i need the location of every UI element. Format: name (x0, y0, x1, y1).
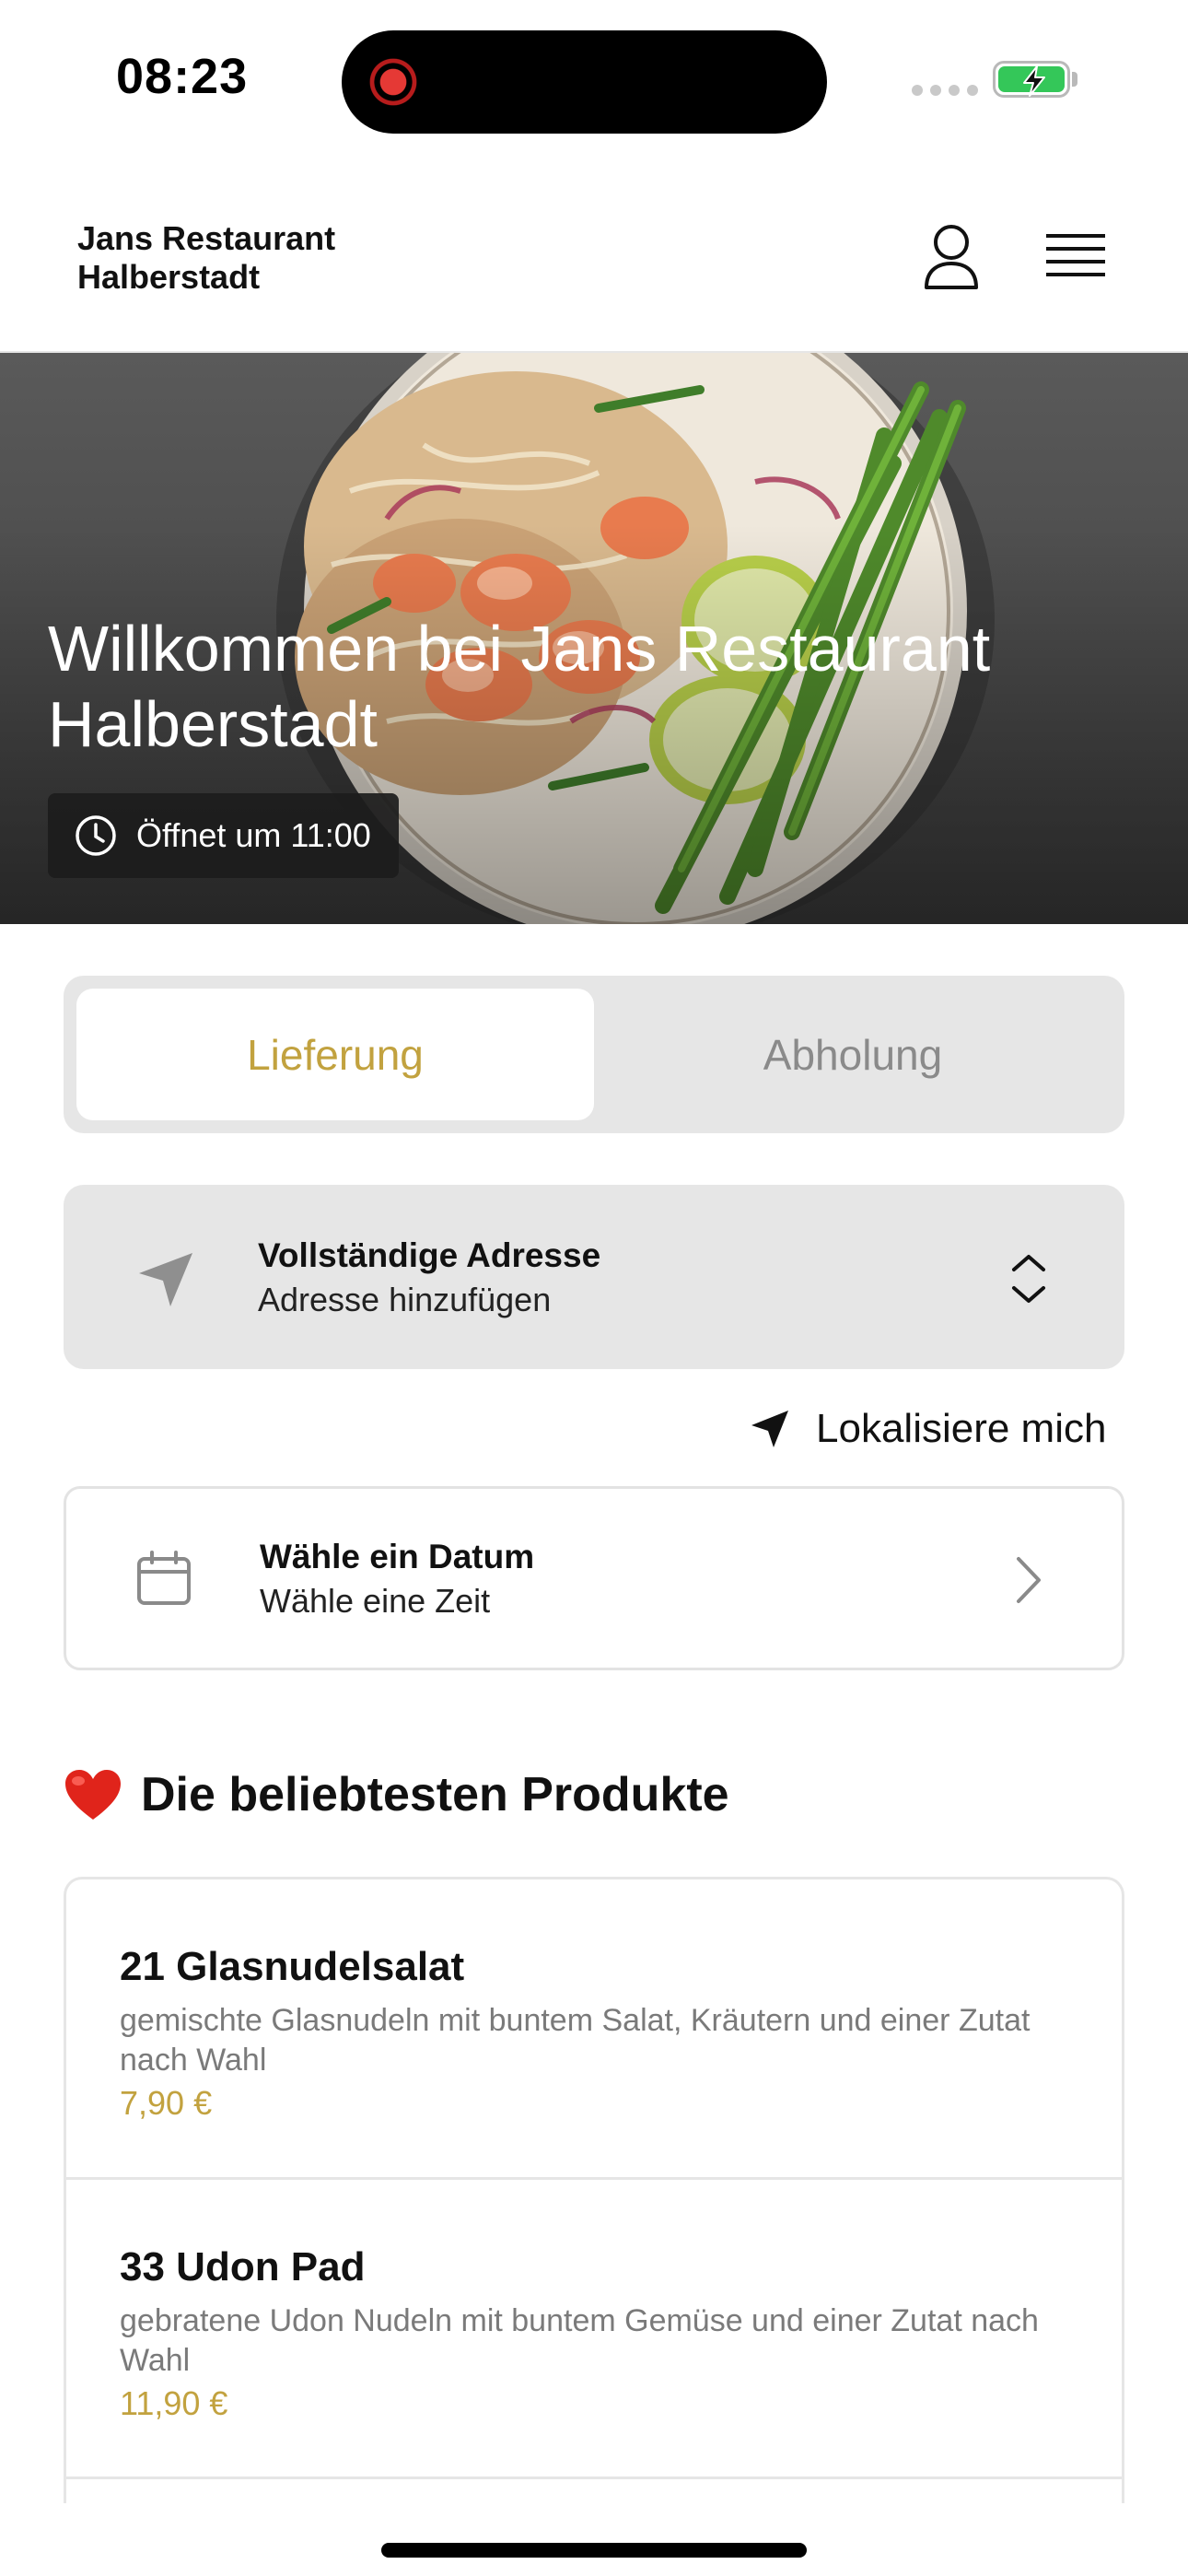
tab-delivery[interactable]: Lieferung (76, 989, 594, 1120)
product-item[interactable] (66, 2476, 1122, 2503)
location-arrow-icon (139, 1253, 192, 1306)
dynamic-island (342, 30, 827, 134)
charging-bolt-icon (1023, 65, 1045, 97)
battery-tip (1072, 72, 1077, 87)
home-indicator[interactable] (381, 2543, 807, 2558)
welcome-title: Willkommen bei Jans Restaurant Halbersta… (48, 613, 991, 760)
address-title: Vollständige Adresse (258, 1236, 601, 1274)
menu-icon (1046, 234, 1105, 276)
opening-hours-text: Öffnet um 11:00 (136, 816, 371, 854)
product-item[interactable]: 21 Glasnudelsalat gemischte Glasnudeln m… (66, 1879, 1122, 2177)
calendar-icon (137, 1551, 191, 1605)
hero-banner: Willkommen bei Jans Restaurant Halbersta… (0, 353, 1188, 924)
address-text: Vollständige Adresse Adresse hinzufügen (258, 1236, 600, 1319)
schedule-title: Wähle ein Datum (260, 1538, 535, 1575)
product-description: gemischte Glasnudeln mit buntem Salat, K… (120, 2003, 1031, 2078)
product-price: 7,90 € (120, 2084, 213, 2122)
popular-products-title: Die beliebtesten Produkte (141, 1768, 729, 1821)
address-selector[interactable]: Vollständige Adresse Adresse hinzufügen (64, 1185, 1124, 1369)
opening-hours-badge: Öffnet um 11:00 (48, 793, 399, 878)
schedule-selector[interactable]: Wähle ein Datum Wähle eine Zeit (64, 1486, 1124, 1670)
product-name: 21 Glasnudelsalat (120, 1944, 465, 1989)
recording-indicator-icon (369, 58, 417, 106)
status-time: 08:23 (116, 49, 249, 104)
clock-icon (76, 815, 116, 856)
product-price: 11,90 € (120, 2384, 228, 2422)
cellular-signal-icon (912, 85, 978, 96)
tab-pickup[interactable]: Abholung (594, 989, 1112, 1120)
popular-products-heading: Die beliebtesten Produkte (64, 1767, 729, 1822)
schedule-subtitle: Wähle eine Zeit (260, 1582, 491, 1620)
navigation-arrow-icon (751, 1411, 788, 1447)
heart-emoji-icon (65, 1770, 121, 1820)
battery-icon (993, 61, 1070, 98)
menu-button[interactable] (1039, 221, 1112, 295)
chevron-up-down-icon (1012, 1255, 1045, 1303)
restaurant-name[interactable]: Jans Restaurant Halberstadt (77, 219, 446, 297)
product-item[interactable]: 33 Udon Pad gebratene Udon Nudeln mit bu… (66, 2177, 1122, 2476)
locate-me-label: Lokalisiere mich (816, 1406, 1107, 1451)
account-button[interactable] (914, 219, 989, 295)
locate-me-button[interactable]: Lokalisiere mich (750, 1400, 1106, 1458)
chevron-right-icon (1017, 1557, 1041, 1603)
product-list: 21 Glasnudelsalat gemischte Glasnudeln m… (64, 1877, 1124, 2503)
address-subtitle: Adresse hinzufügen (258, 1281, 552, 1318)
product-name: 33 Udon Pad (120, 2244, 366, 2289)
schedule-text: Wähle ein Datum Wähle eine Zeit (260, 1538, 534, 1621)
user-icon (925, 225, 978, 289)
product-description: gebratene Udon Nudeln mit buntem Gemüse … (120, 2303, 1039, 2378)
order-mode-toggle: Lieferung Abholung (64, 976, 1124, 1133)
